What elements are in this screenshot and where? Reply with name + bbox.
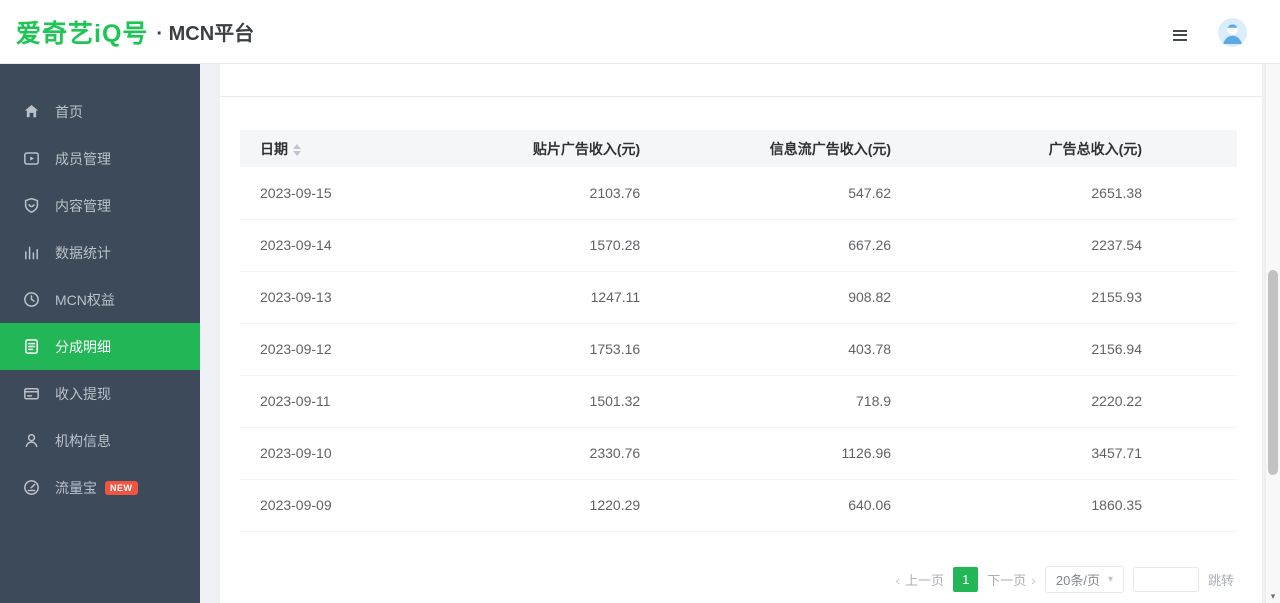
wallet-icon <box>22 384 41 403</box>
sidebar-item-label: 成员管理 <box>55 149 111 169</box>
content-shield-icon <box>22 196 41 215</box>
cell-total-revenue: 2155.93 <box>986 271 1237 323</box>
logo-suffix-text: · MCN平台 <box>156 17 254 46</box>
home-icon <box>22 102 41 121</box>
sidebar-item-withdraw[interactable]: 收入提现 <box>0 370 200 417</box>
cell-date: 2023-09-09 <box>240 479 484 531</box>
sidebar-menu: 首页成员管理内容管理数据统计 MCN权益分成明细收入提现机构信息流量宝 NEW <box>0 64 200 603</box>
sidebar-item-label: 数据统计 <box>55 243 111 263</box>
table-row: 2023-09-111501.32718.92220.22 <box>240 375 1237 427</box>
speedometer-icon <box>22 478 41 497</box>
sidebar-item-members[interactable]: 成员管理 <box>0 135 200 182</box>
top-header: 爱奇艺iQ号 · MCN平台 <box>0 0 1280 64</box>
cell-preroll-revenue: 1501.32 <box>484 375 735 427</box>
table-body: 2023-09-152103.76547.622651.382023-09-14… <box>240 167 1237 531</box>
sidebar-item-revenue-share[interactable]: 分成明细 <box>0 323 200 370</box>
user-avatar[interactable] <box>1218 18 1247 47</box>
column-header-feed-revenue: 信息流广告收入(元) <box>735 130 986 167</box>
sidebar-item-org-info[interactable]: 机构信息 <box>0 417 200 464</box>
cell-feed-revenue: 718.9 <box>735 375 986 427</box>
clock-icon <box>22 290 41 309</box>
sidebar-item-label: 机构信息 <box>55 431 111 451</box>
scrollbar-down-arrow-icon[interactable]: ▾ <box>1266 591 1280 602</box>
cell-preroll-revenue: 1220.29 <box>484 479 735 531</box>
cell-feed-revenue: 908.82 <box>735 271 986 323</box>
scrollbar-thumb[interactable] <box>1268 270 1278 475</box>
cell-date: 2023-09-10 <box>240 427 484 479</box>
cell-total-revenue: 1860.35 <box>986 479 1237 531</box>
avatar-image <box>1218 18 1247 47</box>
logo-brand-text: 爱奇艺iQ号 <box>16 14 148 50</box>
table-row: 2023-09-131247.11908.822155.93 <box>240 271 1237 323</box>
cell-date: 2023-09-13 <box>240 271 484 323</box>
cell-preroll-revenue: 2330.76 <box>484 427 735 479</box>
table-row: 2023-09-102330.761126.963457.71 <box>240 427 1237 479</box>
app-logo: 爱奇艺iQ号 · MCN平台 <box>16 0 254 63</box>
sidebar-item-label: 分成明细 <box>55 337 111 357</box>
sidebar-item-home[interactable]: 首页 <box>0 88 200 135</box>
revenue-table: 日期 贴片广告收入(元) 信息流广告收入(元) 广告总收入(元) 2023-09… <box>240 130 1237 532</box>
cell-total-revenue: 2237.54 <box>986 219 1237 271</box>
hamburger-menu-icon[interactable] <box>1173 27 1187 43</box>
chevron-down-icon: ▾ <box>1108 574 1113 585</box>
sidebar-item-label: 内容管理 <box>55 196 111 216</box>
cell-date: 2023-09-12 <box>240 323 484 375</box>
chevron-left-icon: ‹ <box>896 572 901 588</box>
column-header-date[interactable]: 日期 <box>240 130 484 167</box>
sidebar-item-stats[interactable]: 数据统计 <box>0 229 200 276</box>
statistics-icon <box>22 243 41 262</box>
cell-date: 2023-09-14 <box>240 219 484 271</box>
cell-feed-revenue: 640.06 <box>735 479 986 531</box>
table-row: 2023-09-121753.16403.782156.94 <box>240 323 1237 375</box>
cell-feed-revenue: 403.78 <box>735 323 986 375</box>
cell-preroll-revenue: 1570.28 <box>484 219 735 271</box>
sidebar-item-label: 收入提现 <box>55 384 111 404</box>
vertical-scrollbar[interactable]: ▾ <box>1265 64 1280 603</box>
page-size-select[interactable]: 20条/页 ▾ <box>1045 566 1124 593</box>
sidebar-item-traffic[interactable]: 流量宝 NEW <box>0 464 200 511</box>
next-page-button[interactable]: 下一页 › <box>987 570 1036 589</box>
column-header-preroll-revenue: 贴片广告收入(元) <box>484 130 735 167</box>
cell-feed-revenue: 1126.96 <box>735 427 986 479</box>
cell-feed-revenue: 667.26 <box>735 219 986 271</box>
table-row: 2023-09-141570.28667.262237.54 <box>240 219 1237 271</box>
cell-total-revenue: 2651.38 <box>986 167 1237 219</box>
card-top-divider <box>220 64 1262 97</box>
cell-preroll-revenue: 1247.11 <box>484 271 735 323</box>
cell-total-revenue: 3457.71 <box>986 427 1237 479</box>
pagination: ‹ 上一页 1 下一页 › 20条/页 ▾ 跳转 <box>896 566 1235 593</box>
sidebar-item-label: 流量宝 <box>55 478 97 498</box>
document-icon <box>22 337 41 356</box>
cell-date: 2023-09-15 <box>240 167 484 219</box>
table-row: 2023-09-152103.76547.622651.38 <box>240 167 1237 219</box>
sidebar-item-label: MCN权益 <box>55 290 115 310</box>
sidebar-item-label: 首页 <box>55 102 83 122</box>
cell-feed-revenue: 547.62 <box>735 167 986 219</box>
sort-carets-icon[interactable] <box>293 144 301 156</box>
table-header-row: 日期 贴片广告收入(元) 信息流广告收入(元) 广告总收入(元) <box>240 130 1237 167</box>
main-area: 日期 贴片广告收入(元) 信息流广告收入(元) 广告总收入(元) 2023-09… <box>200 64 1280 603</box>
user-icon <box>22 431 41 450</box>
page-number-button[interactable]: 1 <box>953 567 978 592</box>
cell-total-revenue: 2220.22 <box>986 375 1237 427</box>
jump-page-input[interactable] <box>1133 567 1199 592</box>
cell-date: 2023-09-11 <box>240 375 484 427</box>
new-badge: NEW <box>105 481 138 495</box>
cell-preroll-revenue: 2103.76 <box>484 167 735 219</box>
sidebar-item-mcn-rights[interactable]: MCN权益 <box>0 276 200 323</box>
cell-preroll-revenue: 1753.16 <box>484 323 735 375</box>
chevron-right-icon: › <box>1031 572 1036 588</box>
cell-total-revenue: 2156.94 <box>986 323 1237 375</box>
table-row: 2023-09-091220.29640.061860.35 <box>240 479 1237 531</box>
member-video-icon <box>22 149 41 168</box>
content-card: 日期 贴片广告收入(元) 信息流广告收入(元) 广告总收入(元) 2023-09… <box>220 64 1262 603</box>
sidebar-item-content[interactable]: 内容管理 <box>0 182 200 229</box>
column-header-total-revenue: 广告总收入(元) <box>986 130 1237 167</box>
prev-page-button[interactable]: ‹ 上一页 <box>896 570 945 589</box>
jump-label[interactable]: 跳转 <box>1208 570 1234 589</box>
